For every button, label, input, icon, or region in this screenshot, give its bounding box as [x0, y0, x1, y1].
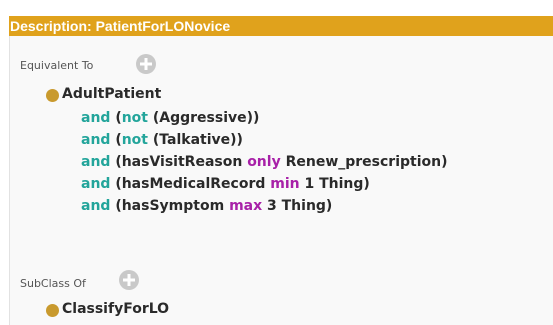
equivalent-class-name[interactable]: AdultPatient	[62, 86, 161, 102]
description-panel: Equivalent To AdultPatient and (not (Agg…	[9, 36, 553, 325]
restriction-filler: 3 Thing)	[267, 198, 333, 214]
add-equivalent-button[interactable]	[136, 54, 156, 74]
class-dot-icon	[46, 304, 59, 317]
restriction-filler: 1 Thing)	[304, 176, 370, 192]
description-title: Description: PatientForLONovice	[10, 18, 231, 34]
and-keyword: and	[81, 132, 111, 148]
expression-operand: (Aggressive))	[152, 110, 260, 126]
and-keyword: and	[81, 176, 111, 192]
not-keyword: not	[121, 110, 148, 126]
expression-line-2[interactable]: and (not (Talkative))	[81, 132, 243, 148]
add-icon	[140, 58, 152, 70]
quantifier-keyword: max	[229, 198, 263, 214]
restriction-property: (hasSymptom	[115, 198, 225, 214]
equivalent-to-label: Equivalent To	[20, 59, 94, 72]
and-keyword: and	[81, 154, 111, 170]
subclass-of-label: SubClass Of	[20, 277, 86, 290]
not-keyword: not	[121, 132, 148, 148]
and-keyword: and	[81, 110, 111, 126]
expression-line-1[interactable]: and (not (Aggressive))	[81, 110, 259, 126]
class-dot-icon	[46, 89, 59, 102]
restriction-property: (hasMedicalRecord	[115, 176, 266, 192]
add-icon	[123, 274, 135, 286]
quantifier-keyword: min	[270, 176, 300, 192]
add-subclass-button[interactable]	[119, 270, 139, 290]
description-header: Description: PatientForLONovice	[9, 16, 553, 36]
expression-line-5[interactable]: and (hasSymptom max 3 Thing)	[81, 198, 332, 214]
expression-operand: (Talkative))	[152, 132, 243, 148]
and-keyword: and	[81, 198, 111, 214]
restriction-filler: Renew_prescription)	[285, 154, 448, 170]
restriction-property: (hasVisitReason	[115, 154, 243, 170]
expression-line-4[interactable]: and (hasMedicalRecord min 1 Thing)	[81, 176, 370, 192]
expression-line-3[interactable]: and (hasVisitReason only Renew_prescript…	[81, 154, 448, 170]
top-strip	[0, 0, 553, 16]
subclass-class-name[interactable]: ClassifyForLO	[62, 301, 169, 317]
quantifier-keyword: only	[247, 154, 281, 170]
